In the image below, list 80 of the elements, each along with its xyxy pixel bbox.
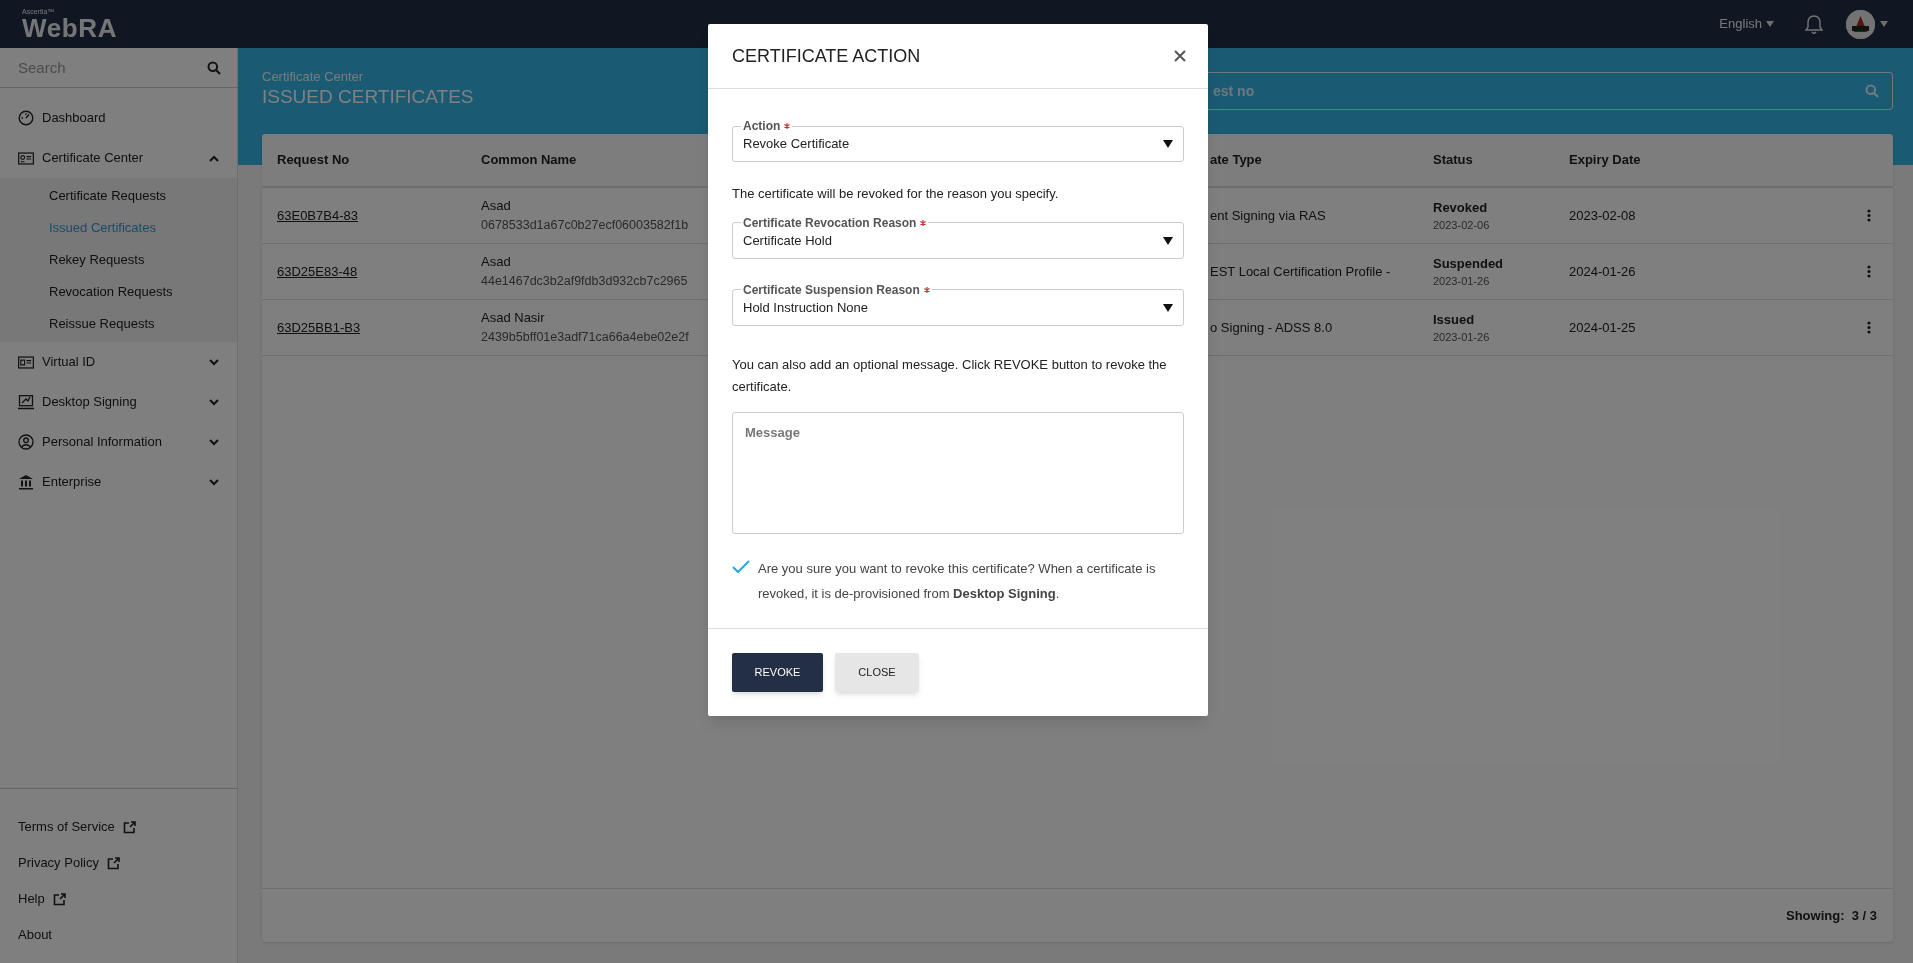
caret-icon [1163, 236, 1173, 245]
status-date: 2023-01-26 [1433, 274, 1490, 289]
dialog-title: CERTIFICATE ACTION [732, 44, 922, 68]
sidebar-item[interactable]: Certificate Center [42, 148, 201, 168]
caret-icon [1766, 21, 1774, 27]
certificate-id: 2439b5bff01e3adf71ca66a4ebe02e2f [481, 328, 689, 346]
submenu-item[interactable]: Reissue Requests [49, 314, 155, 334]
id-card-icon [18, 151, 34, 165]
card-icon [18, 355, 34, 369]
sidebar-item[interactable]: Dashboard [42, 108, 219, 128]
more-options-icon[interactable] [1867, 265, 1871, 278]
status-date: 2023-01-26 [1433, 330, 1490, 345]
status-date: 2023-02-06 [1433, 218, 1490, 233]
avatar[interactable] [1846, 9, 1875, 39]
footer-link[interactable]: Terms of Service [18, 817, 115, 837]
speedometer-icon [18, 110, 34, 126]
submenu-item[interactable]: Rekey Requests [49, 250, 145, 270]
field-label: Certificate Revocation Reason [743, 215, 917, 230]
table-cell-text: 2024-01-26 [1569, 262, 1636, 281]
table-cell-text: o Signing - ADSS 8.0 [1210, 318, 1333, 337]
select-value: Revoke Certificate [743, 135, 851, 154]
field-label: Action [743, 119, 781, 133]
page-title: ISSUED CERTIFICATES [262, 85, 475, 109]
user-circle-icon [18, 434, 34, 450]
signing-icon [18, 394, 34, 410]
sidebar-item[interactable]: Personal Information [42, 432, 201, 452]
column-header: Status [1433, 151, 1473, 170]
submenu-item[interactable]: Revocation Requests [49, 282, 173, 302]
confirm-text: Are you sure you want to revoke this certificate? When a certificate is revoked, it is de-provisioned from Desktop Signing. [758, 559, 1157, 603]
certificate-id: 44e1467dc3b2af9fdb3d932cb7c2965 [481, 272, 688, 290]
search-icon[interactable] [207, 61, 221, 75]
common-name: Asad [481, 253, 511, 272]
status-label: Issued [1433, 310, 1475, 329]
footer-link[interactable]: Privacy Policy [18, 853, 99, 873]
request-link[interactable]: 63D25E83-48 [277, 261, 358, 282]
column-header: Request No [277, 151, 350, 170]
close-icon[interactable] [1174, 50, 1186, 62]
reason-note: The certificate will be revoked for the reason you specify. [732, 185, 1060, 203]
revoke-button[interactable]: REVOKE [732, 653, 823, 692]
sidebar-item[interactable]: Enterprise [42, 472, 201, 492]
language-dropdown[interactable]: English [1719, 14, 1774, 34]
column-header: Common Name [481, 151, 577, 170]
table-cell-text: 2023-02-08 [1569, 206, 1636, 225]
table-cell-text: ent Signing via RAS [1210, 206, 1326, 225]
request-link[interactable]: 63E0B7B4-83 [277, 205, 358, 226]
footer-link[interactable]: Help [18, 889, 45, 909]
breadcrumb: Certificate Center [262, 69, 365, 86]
common-name: Asad Nasir [481, 309, 545, 328]
column-header: ate Type [1210, 151, 1262, 170]
certificate-id: 0678533d1a67c0b27ecf06003582f1b [481, 216, 689, 234]
table-cell-text: EST Local Certification Profile - [1210, 262, 1391, 281]
brand-logo: WebRA [22, 14, 119, 41]
record-count: Showing: 3 / 3 [1786, 906, 1877, 925]
caret-icon [1163, 303, 1173, 312]
select-field[interactable]: Certificate Suspension Reason Hold Instruction None [732, 282, 1184, 326]
sidebar-item[interactable]: Desktop Signing [42, 392, 201, 412]
sidebar-item[interactable]: Virtual ID [42, 352, 201, 372]
table-cell-text: 2024-01-25 [1569, 318, 1636, 337]
bank-icon [18, 474, 34, 490]
more-options-icon[interactable] [1867, 321, 1871, 334]
caret-icon[interactable] [1880, 21, 1888, 27]
footer-link[interactable]: About [18, 925, 52, 945]
select-field[interactable]: Certificate Revocation Reason Certificate Hold [732, 215, 1184, 259]
confirm-checkbox[interactable] [732, 557, 750, 576]
submenu-item[interactable]: Certificate Requests [49, 186, 167, 206]
column-header: Expiry Date [1569, 151, 1641, 170]
select-value: Hold Instruction None [743, 298, 869, 317]
caret-icon [1163, 140, 1173, 148]
request-link[interactable]: 63D25BB1-B3 [277, 317, 361, 338]
common-name: Asad [481, 197, 511, 216]
more-options-icon[interactable] [1867, 209, 1871, 222]
select-field[interactable]: Action Revoke Certificate [732, 119, 1184, 162]
select-value: Certificate Hold [743, 231, 833, 250]
field-label: Certificate Suspension Reason [743, 282, 920, 297]
message-field[interactable]: Message [732, 411, 1184, 534]
status-label: Suspended [1433, 254, 1504, 273]
bell-icon[interactable] [1804, 13, 1824, 35]
close-button[interactable]: CLOSE [835, 653, 919, 692]
status-label: Revoked [1433, 198, 1488, 217]
message-note: You can also add an optional message. Click REVOKE button to revoke the certificate. [732, 355, 1168, 396]
